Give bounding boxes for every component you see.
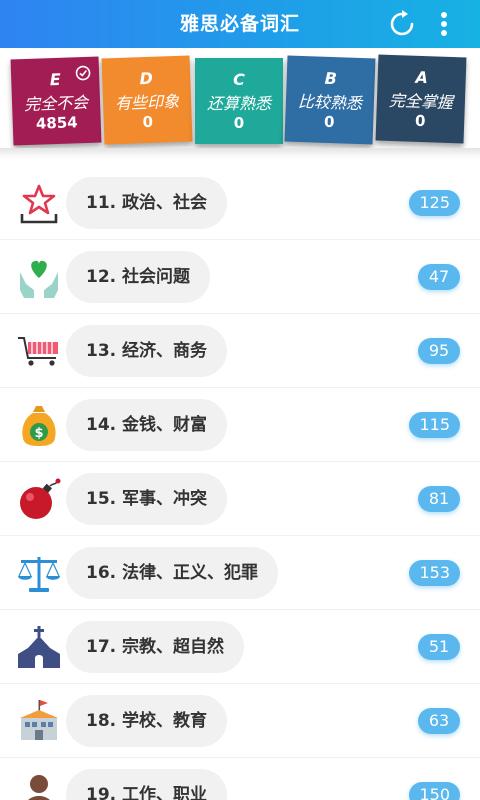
level-name: 还算熟悉 bbox=[206, 94, 271, 113]
app-bar: 雅思必备词汇 bbox=[0, 0, 480, 48]
school-icon bbox=[20, 700, 58, 740]
level-letter: C bbox=[233, 70, 245, 89]
word-count-badge: 95 bbox=[418, 338, 460, 364]
scales-icon bbox=[18, 557, 60, 592]
category-label: 16. 法律、正义、犯罪 bbox=[66, 547, 279, 599]
level-card-c[interactable]: C 还算熟悉 0 bbox=[195, 58, 283, 144]
category-label: 18. 学校、教育 bbox=[66, 695, 228, 747]
list-item[interactable]: 15. 军事、冲突 81 bbox=[0, 462, 480, 536]
category-label: 14. 金钱、财富 bbox=[66, 399, 228, 451]
level-count: 0 bbox=[414, 111, 426, 131]
category-label: 13. 经济、商务 bbox=[66, 325, 228, 377]
level-count: 0 bbox=[323, 112, 335, 132]
category-label: 11. 政治、社会 bbox=[66, 177, 228, 229]
list-item[interactable]: 18. 学校、教育 63 bbox=[0, 684, 480, 758]
list-item[interactable]: 16. 法律、正义、犯罪 153 bbox=[0, 536, 480, 610]
list-item[interactable]: 12. 社会问题 47 bbox=[0, 240, 480, 314]
word-count-badge: 63 bbox=[418, 708, 460, 734]
category-label: 17. 宗教、超自然 bbox=[66, 621, 245, 673]
more-vertical-icon[interactable] bbox=[432, 10, 456, 38]
level-letter: D bbox=[139, 68, 154, 89]
word-count-badge: 81 bbox=[418, 486, 460, 512]
level-letter: A bbox=[415, 67, 429, 88]
header-divider bbox=[0, 148, 480, 160]
bomb-icon bbox=[20, 478, 61, 519]
level-name: 比较熟悉 bbox=[297, 91, 363, 114]
list-item[interactable]: 17. 宗教、超自然 51 bbox=[0, 610, 480, 684]
word-count-badge: 47 bbox=[418, 264, 460, 290]
word-count-badge: 115 bbox=[409, 412, 460, 438]
list-item[interactable]: 19. 工作、职业 150 bbox=[0, 758, 480, 800]
word-count-badge: 125 bbox=[409, 190, 460, 216]
svg-text:$: $ bbox=[34, 426, 43, 441]
money-bag-icon: $ bbox=[22, 406, 56, 446]
worker-icon bbox=[28, 775, 50, 800]
level-count: 0 bbox=[233, 114, 245, 132]
shopping-cart-icon bbox=[18, 337, 58, 366]
level-card-d[interactable]: D 有些印象 0 bbox=[101, 55, 193, 145]
heart-hands-icon bbox=[20, 260, 58, 298]
category-label: 19. 工作、职业 bbox=[66, 769, 228, 800]
word-count-badge: 153 bbox=[409, 560, 460, 586]
list-item[interactable]: $ 14. 金钱、财富 115 bbox=[0, 388, 480, 462]
politics-star-icon bbox=[20, 184, 58, 224]
level-count: 4854 bbox=[35, 113, 78, 133]
category-list: 11. 政治、社会 125 12. 社会问题 47 13. 经济、商务 95 $… bbox=[0, 160, 480, 800]
category-label: 15. 军事、冲突 bbox=[66, 473, 228, 525]
check-circle-icon bbox=[75, 65, 91, 81]
level-name: 完全掌握 bbox=[388, 90, 454, 113]
category-label: 12. 社会问题 bbox=[66, 251, 211, 303]
level-name: 有些印象 bbox=[114, 91, 180, 114]
word-count-badge: 150 bbox=[409, 782, 460, 800]
church-icon bbox=[18, 626, 60, 668]
level-card-b[interactable]: B 比较熟悉 0 bbox=[284, 55, 376, 145]
refresh-icon[interactable] bbox=[388, 10, 416, 38]
list-item[interactable]: 13. 经济、商务 95 bbox=[0, 314, 480, 388]
level-card-e[interactable]: E 完全不会 4854 bbox=[10, 56, 102, 146]
level-card-a[interactable]: A 完全掌握 0 bbox=[375, 54, 467, 144]
level-cards: E 完全不会 4854 D 有些印象 0 C 还算熟悉 0 B 比较熟悉 0 A… bbox=[0, 48, 480, 150]
level-name: 完全不会 bbox=[23, 92, 89, 115]
list-item[interactable]: 11. 政治、社会 125 bbox=[0, 166, 480, 240]
word-count-badge: 51 bbox=[418, 634, 460, 660]
level-count: 0 bbox=[142, 112, 154, 132]
level-letter: B bbox=[324, 68, 338, 89]
